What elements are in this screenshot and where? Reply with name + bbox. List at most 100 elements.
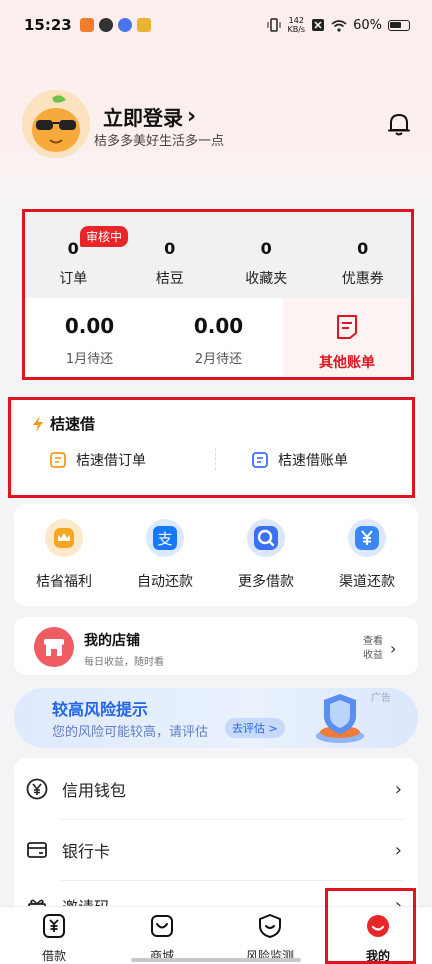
bill-amount: 0.00 (64, 314, 115, 338)
speed-loan-title-text: 桔速借 (50, 415, 96, 433)
menu-item-label: 信用钱包 (62, 781, 127, 800)
view-earnings-line2: 收益 (363, 650, 383, 661)
stat-label: 订单 (59, 271, 88, 287)
quick-action-label: 更多借款 (238, 574, 294, 590)
stat-value: 0 (260, 239, 272, 258)
bill-february[interactable]: 0.00 2月待还 (154, 298, 283, 376)
app-notification-icon (79, 18, 94, 32)
shop-icon (34, 627, 74, 667)
tab-label: 我的 (365, 949, 390, 963)
chevron-right-icon: › (394, 895, 402, 906)
shop-subtitle: 每日收益，随时看 (84, 657, 164, 668)
risk-banner-subtitle: 您的风险可能较高，请评估 (52, 725, 209, 740)
quick-action-more-loans[interactable]: 更多借款 (231, 519, 301, 591)
speed-loan-orders-label: 桔速借订单 (76, 453, 146, 469)
shield-illustration-icon (316, 694, 364, 743)
speed-loan-orders-button[interactable]: 桔速借订单 (50, 450, 146, 470)
other-bills-button[interactable]: 其他账单 (283, 298, 411, 376)
crown-icon (45, 519, 83, 557)
alipay-icon: 支 (146, 519, 184, 557)
stat-value: 0 (357, 239, 369, 258)
mall-icon (151, 915, 173, 937)
bills-row: 0.00 1月待还 0.00 2月待还 其他账单 (25, 298, 411, 376)
net-speed: 142 KB/s (287, 16, 305, 34)
svg-text:支: 支 (157, 530, 172, 548)
tab-risk-monitor[interactable]: 风险监测 (216, 907, 324, 964)
status-bar: 15:23 142 KB/s 60% (0, 0, 432, 50)
home-indicator (131, 958, 301, 962)
mine-icon (367, 915, 389, 937)
chevron-right-icon: › (394, 839, 402, 861)
stat-label: 收藏夹 (245, 271, 288, 287)
yuan-circle-icon (26, 778, 48, 800)
bill-doc-icon (252, 452, 268, 468)
quick-action-auto-repay[interactable]: 支 自动还款 (130, 519, 200, 591)
bill-amount: 0.00 (193, 314, 244, 338)
quick-action-label: 自动还款 (137, 574, 193, 590)
avatar[interactable] (22, 90, 90, 158)
stat-favorites[interactable]: 0 收藏夹 (218, 212, 315, 298)
other-bills-label: 其他账单 (319, 355, 375, 371)
bill-label: 2月待还 (194, 352, 243, 367)
speed-loan-title: 桔速借 (32, 413, 95, 434)
chevron-right-icon: › (187, 104, 197, 129)
ad-tag: 广告 (371, 693, 391, 704)
yuan-icon (348, 519, 386, 557)
bell-icon[interactable] (386, 111, 412, 137)
stat-coupons[interactable]: 0 优惠券 (315, 212, 412, 298)
bottom-tab-bar: 借款 商城 风险监测 我的 (0, 906, 432, 964)
net-speed-value: 142 (288, 16, 304, 25)
view-earnings-line1: 查看 (363, 636, 383, 647)
sim-off-icon (312, 19, 325, 31)
order-doc-icon (50, 452, 66, 468)
review-status-badge: 审核中 (80, 226, 129, 247)
menu-item-invite-code[interactable]: 邀请码 › (14, 881, 418, 906)
stat-label: 桔豆 (155, 271, 184, 287)
wifi-icon (331, 19, 347, 32)
tab-loan[interactable]: 借款 (0, 907, 108, 964)
card-icon (27, 842, 47, 858)
shop-title: 我的店铺 (84, 633, 140, 649)
view-earnings-link[interactable]: 查看 收益 (363, 635, 383, 663)
bill-january[interactable]: 0.00 1月待还 (25, 298, 154, 376)
battery-percent: 60% (353, 17, 382, 33)
menu-item-credit-wallet[interactable]: 信用钱包 › (14, 759, 418, 819)
slogan: 桔多多美好生活多一点 (94, 134, 225, 149)
net-speed-unit: KB/s (287, 25, 306, 34)
battery-icon (388, 19, 410, 31)
shop-card[interactable] (14, 617, 418, 675)
app-notification-icon (117, 18, 132, 32)
stat-value: 0 (164, 239, 176, 258)
orange-mascot-icon (22, 90, 90, 158)
login-button[interactable]: 立即登录 › (103, 102, 196, 131)
stats-row: 0 订单 0 桔豆 0 收藏夹 0 优惠券 (25, 212, 411, 298)
menu-item-label: 邀请码 (62, 894, 110, 906)
app-notification-icon (98, 18, 113, 32)
quick-action-label: 桔省福利 (36, 574, 92, 590)
quick-action-welfare[interactable]: 桔省福利 (29, 519, 99, 591)
lightning-icon (33, 415, 43, 432)
bill-document-icon (337, 315, 357, 339)
tab-label: 借款 (41, 949, 66, 963)
stat-beans[interactable]: 0 桔豆 (122, 212, 219, 298)
loan-icon (43, 914, 65, 938)
assess-button[interactable]: 去评估 > (225, 718, 285, 738)
bill-label: 1月待还 (65, 352, 114, 367)
stat-label: 优惠券 (341, 271, 384, 287)
vibrate-icon (267, 18, 281, 32)
app-notification-icon (136, 18, 151, 32)
tab-mall[interactable]: 商城 (108, 907, 216, 964)
stat-orders[interactable]: 0 订单 (25, 212, 122, 298)
quick-action-channel-repay[interactable]: 渠道还款 (332, 519, 402, 591)
status-time: 15:23 (24, 16, 72, 34)
menu-item-bank-card[interactable]: 银行卡 › (14, 820, 418, 880)
tab-mine[interactable]: 我的 (324, 907, 432, 964)
risk-banner-title: 较高风险提示 (52, 700, 149, 719)
search-icon (247, 519, 285, 557)
login-label: 立即登录 (103, 106, 183, 130)
chevron-right-icon: › (390, 639, 397, 658)
gift-icon (28, 899, 46, 906)
shield-icon (259, 914, 281, 938)
quick-action-label: 渠道还款 (339, 574, 395, 590)
speed-loan-bills-button[interactable]: 桔速借账单 (252, 450, 348, 470)
